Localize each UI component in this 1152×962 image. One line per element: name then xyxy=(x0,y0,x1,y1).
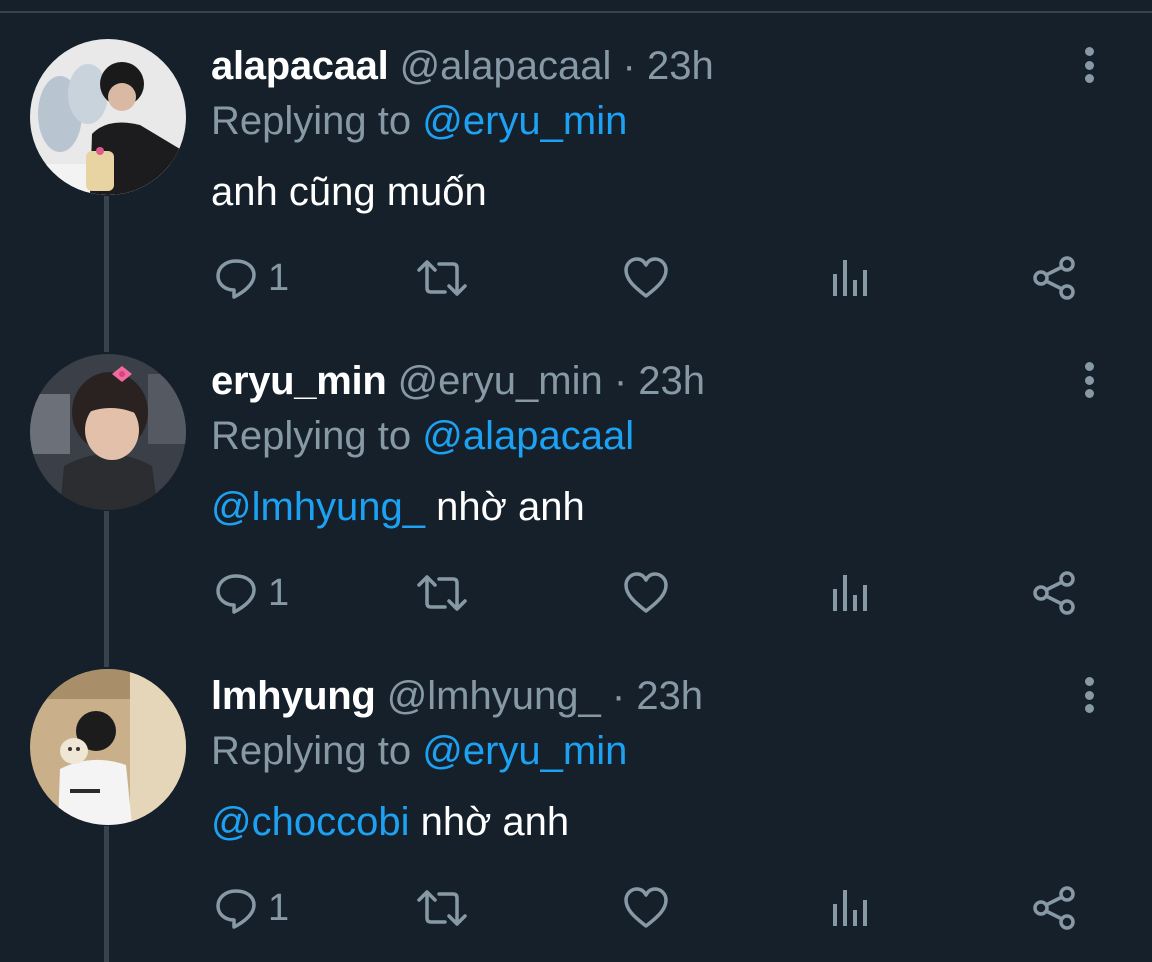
handle[interactable]: @alapacaal xyxy=(400,44,612,88)
reply-button[interactable]: 1 xyxy=(214,253,289,303)
handle[interactable]: @lmhyung_ xyxy=(387,674,601,718)
share-icon xyxy=(1033,886,1075,930)
tweet[interactable]: eryu_min @eryu_min · 23h Replying to @al… xyxy=(0,354,1152,634)
timestamp[interactable]: 23h xyxy=(647,44,714,88)
replying-to-label: Replying to xyxy=(211,414,423,458)
more-button[interactable] xyxy=(1076,358,1102,402)
like-button[interactable] xyxy=(623,253,669,303)
tweet-text: @choccobi nhờ anh xyxy=(211,797,569,847)
replying-to: Replying to @eryu_min xyxy=(211,726,627,776)
replying-to: Replying to @alapacaal xyxy=(211,411,634,461)
reply-count: 1 xyxy=(268,572,290,614)
separator: · xyxy=(611,674,626,718)
retweet-button[interactable] xyxy=(415,883,469,933)
avatar[interactable] xyxy=(30,39,186,195)
handle[interactable]: @eryu_min xyxy=(398,359,603,403)
tweet-text: @lmhyung_ nhờ anh xyxy=(211,482,585,532)
retweet-button[interactable] xyxy=(415,568,469,618)
analytics-button[interactable] xyxy=(831,253,869,303)
analytics-button[interactable] xyxy=(831,568,869,618)
more-button[interactable] xyxy=(1076,673,1102,717)
reply-count: 1 xyxy=(268,887,290,929)
more-vertical-icon xyxy=(1084,47,1094,56)
separator: · xyxy=(622,44,636,88)
retweet-button[interactable] xyxy=(415,253,469,303)
heart-icon xyxy=(624,257,668,298)
share-button[interactable] xyxy=(1031,883,1077,933)
display-name[interactable]: eryu_min xyxy=(211,359,387,403)
heart-icon xyxy=(624,887,668,928)
reply-icon xyxy=(216,574,256,614)
share-button[interactable] xyxy=(1031,568,1077,618)
timestamp[interactable]: 23h xyxy=(636,674,703,718)
replying-to-mention[interactable]: @eryu_min xyxy=(422,99,627,143)
avatar[interactable] xyxy=(30,669,186,825)
more-button[interactable] xyxy=(1076,43,1102,87)
analytics-icon xyxy=(833,260,867,296)
text-content: nhờ anh xyxy=(409,800,570,844)
analytics-icon xyxy=(833,890,867,926)
tweet-text: anh cũng muốn xyxy=(211,167,487,217)
action-bar: 1 xyxy=(211,253,1091,303)
share-icon xyxy=(1033,256,1075,300)
text-mention[interactable]: @lmhyung_ xyxy=(211,485,425,529)
analytics-button[interactable] xyxy=(831,883,869,933)
replying-to: Replying to @eryu_min xyxy=(211,96,627,146)
tweet-header: alapacaal @alapacaal · 23h xyxy=(211,41,714,91)
tweet[interactable]: lmhyung @lmhyung_ · 23h Replying to @ery… xyxy=(0,669,1152,949)
text-content: nhờ anh xyxy=(425,485,585,529)
heart-icon xyxy=(624,572,668,613)
reply-icon xyxy=(216,889,256,929)
like-button[interactable] xyxy=(623,883,669,933)
action-bar: 1 xyxy=(211,568,1091,618)
more-vertical-icon xyxy=(1084,677,1094,686)
share-button[interactable] xyxy=(1031,253,1077,303)
replying-to-label: Replying to xyxy=(211,729,423,773)
tweet[interactable]: alapacaal @alapacaal · 23h Replying to @… xyxy=(0,39,1152,319)
avatar[interactable] xyxy=(30,354,186,510)
separator: · xyxy=(613,359,628,403)
top-divider xyxy=(0,11,1152,13)
text-mention[interactable]: @choccobi xyxy=(211,800,409,844)
tweet-header: eryu_min @eryu_min · 23h xyxy=(211,356,705,406)
retweet-icon xyxy=(417,575,467,611)
tweet-header: lmhyung @lmhyung_ · 23h xyxy=(211,671,703,721)
reply-count: 1 xyxy=(268,257,290,299)
replying-to-label: Replying to xyxy=(211,99,423,143)
display-name[interactable]: alapacaal xyxy=(211,44,389,88)
reply-button[interactable]: 1 xyxy=(214,883,289,933)
retweet-icon xyxy=(417,260,467,296)
more-vertical-icon xyxy=(1084,362,1094,371)
reply-button[interactable]: 1 xyxy=(214,568,289,618)
replying-to-mention[interactable]: @alapacaal xyxy=(422,414,634,458)
text-content: anh cũng muốn xyxy=(211,170,487,214)
reply-icon xyxy=(216,259,256,299)
timestamp[interactable]: 23h xyxy=(638,359,705,403)
analytics-icon xyxy=(833,575,867,611)
like-button[interactable] xyxy=(623,568,669,618)
retweet-icon xyxy=(417,890,467,926)
action-bar: 1 xyxy=(211,883,1091,933)
share-icon xyxy=(1033,571,1075,615)
display-name[interactable]: lmhyung xyxy=(211,674,376,718)
replying-to-mention[interactable]: @eryu_min xyxy=(422,729,627,773)
